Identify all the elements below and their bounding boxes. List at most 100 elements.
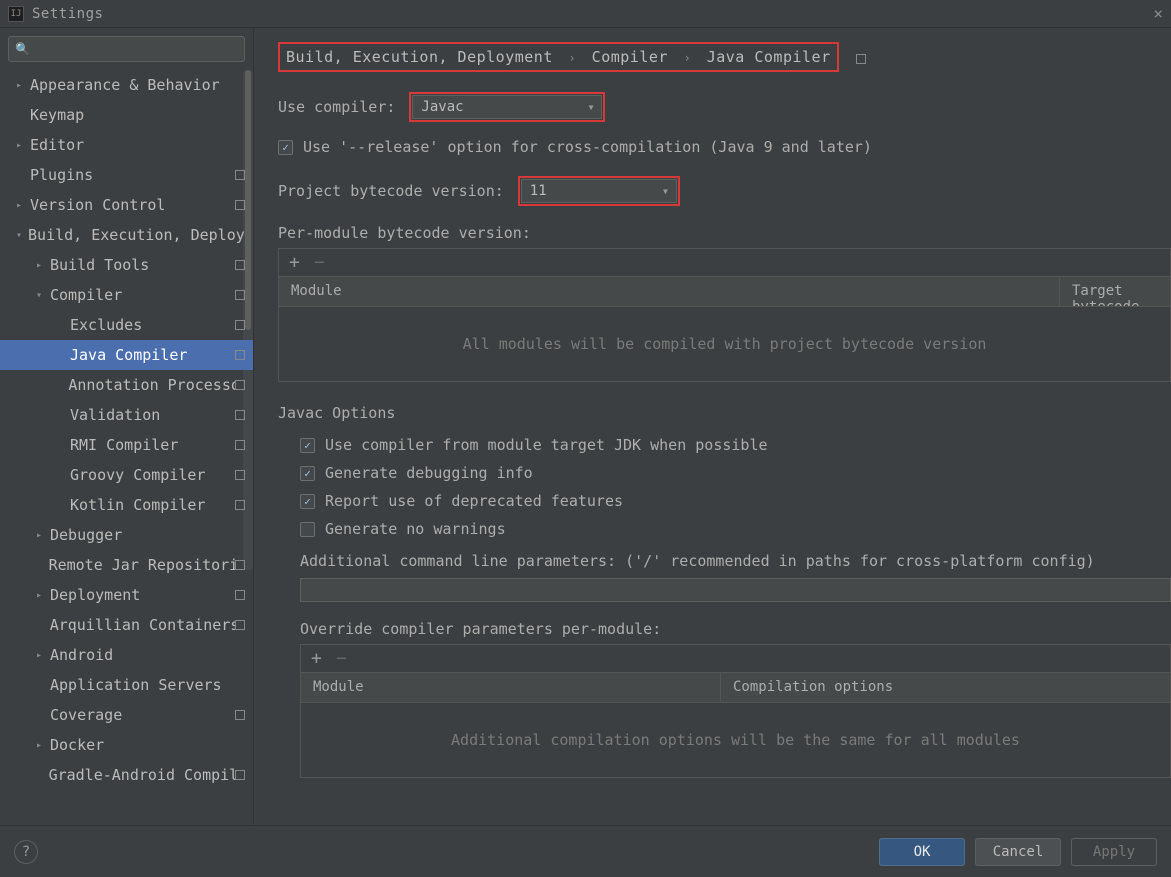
sidebar-item-label: Keymap xyxy=(30,106,84,124)
sidebar-item[interactable]: Excludes xyxy=(0,310,253,340)
sidebar-item[interactable]: Groovy Compiler xyxy=(0,460,253,490)
addl-params-input[interactable] xyxy=(300,578,1171,602)
add-button[interactable]: + xyxy=(311,650,322,668)
permodule-label: Per-module bytecode version: xyxy=(278,224,1171,242)
override-table: + − Module Compilation options Additiona… xyxy=(300,644,1171,778)
module-icon xyxy=(235,440,245,450)
content-pane: Build, Execution, Deployment › Compiler … xyxy=(254,28,1171,825)
module-icon xyxy=(235,290,245,300)
opt-debug-label: Generate debugging info xyxy=(325,464,533,482)
col-module[interactable]: Module xyxy=(301,673,721,702)
sidebar-item[interactable]: Kotlin Compiler xyxy=(0,490,253,520)
sidebar-item-label: Remote Jar Repositories xyxy=(49,556,235,574)
sidebar-item[interactable]: Arquillian Containers xyxy=(0,610,253,640)
release-checkbox[interactable] xyxy=(278,140,293,155)
sidebar-item-label: Groovy Compiler xyxy=(70,466,205,484)
use-compiler-dropdown[interactable]: Javac ▼ xyxy=(412,95,602,119)
module-icon xyxy=(235,350,245,360)
window-title: Settings xyxy=(32,6,103,22)
apply-button[interactable]: Apply xyxy=(1071,838,1157,866)
sidebar-item-label: Editor xyxy=(30,136,84,154)
sidebar-item[interactable]: Annotation Processors xyxy=(0,370,253,400)
sidebar-item[interactable]: Plugins xyxy=(0,160,253,190)
breadcrumb-part[interactable]: Compiler xyxy=(592,48,668,66)
chevron-right-icon: ▸ xyxy=(16,200,30,211)
opt-module-jdk-checkbox[interactable] xyxy=(300,438,315,453)
module-icon xyxy=(235,560,245,570)
breadcrumb-part[interactable]: Build, Execution, Deployment xyxy=(286,48,553,66)
module-icon xyxy=(235,470,245,480)
ok-button[interactable]: OK xyxy=(879,838,965,866)
use-compiler-label: Use compiler: xyxy=(278,98,395,116)
sidebar-item[interactable]: Keymap xyxy=(0,100,253,130)
sidebar-item[interactable]: Java Compiler xyxy=(0,340,253,370)
titlebar: IJ Settings × xyxy=(0,0,1171,28)
javac-options-header: Javac Options xyxy=(278,404,1171,422)
chevron-down-icon: ▾ xyxy=(16,230,28,241)
col-opts[interactable]: Compilation options xyxy=(721,673,1170,702)
sidebar-item-label: Java Compiler xyxy=(70,346,187,364)
close-icon[interactable]: × xyxy=(1153,4,1163,23)
module-icon xyxy=(235,320,245,330)
opt-debug-checkbox[interactable] xyxy=(300,466,315,481)
sidebar-item[interactable]: RMI Compiler xyxy=(0,430,253,460)
sidebar-item-label: Appearance & Behavior xyxy=(30,76,220,94)
sidebar-item[interactable]: ▸Build Tools xyxy=(0,250,253,280)
opt-module-jdk-label: Use compiler from module target JDK when… xyxy=(325,436,768,454)
sidebar-item[interactable]: Remote Jar Repositories xyxy=(0,550,253,580)
sidebar-item[interactable]: ▾Build, Execution, Deployment xyxy=(0,220,253,250)
sidebar-item[interactable]: ▸Android xyxy=(0,640,253,670)
sidebar-item-label: Build Tools xyxy=(50,256,149,274)
module-icon xyxy=(235,200,245,210)
sidebar-item-label: Plugins xyxy=(30,166,93,184)
sidebar-item[interactable]: ▸Appearance & Behavior xyxy=(0,70,253,100)
chevron-right-icon: ▸ xyxy=(36,590,50,601)
sidebar-item[interactable]: ▾Compiler xyxy=(0,280,253,310)
search-input[interactable]: 🔍 xyxy=(8,36,245,62)
opt-deprecated-label: Report use of deprecated features xyxy=(325,492,623,510)
breadcrumb-part: Java Compiler xyxy=(707,48,831,66)
col-module[interactable]: Module xyxy=(279,277,1060,306)
module-icon xyxy=(235,620,245,630)
module-icon xyxy=(235,500,245,510)
remove-button[interactable]: − xyxy=(314,254,325,272)
sidebar-item[interactable]: ▸Editor xyxy=(0,130,253,160)
opt-deprecated-checkbox[interactable] xyxy=(300,494,315,509)
col-target[interactable]: Target bytecode version xyxy=(1060,277,1170,306)
sidebar-item[interactable]: ▸Docker xyxy=(0,730,253,760)
module-icon xyxy=(235,410,245,420)
sidebar-item-label: RMI Compiler xyxy=(70,436,178,454)
opt-nowarn-checkbox[interactable] xyxy=(300,522,315,537)
sidebar-item-label: Debugger xyxy=(50,526,122,544)
help-button[interactable]: ? xyxy=(14,840,38,864)
sidebar-item[interactable]: ▸Debugger xyxy=(0,520,253,550)
sidebar-item-label: Version Control xyxy=(30,196,165,214)
permodule-table: + − Module Target bytecode version All m… xyxy=(278,248,1171,382)
chevron-down-icon: ▾ xyxy=(36,290,50,301)
table-empty-text: Additional compilation options will be t… xyxy=(301,703,1170,777)
module-icon xyxy=(235,710,245,720)
breadcrumb: Build, Execution, Deployment › Compiler … xyxy=(278,42,839,72)
chevron-down-icon: ▼ xyxy=(663,187,668,196)
opt-nowarn-label: Generate no warnings xyxy=(325,520,506,538)
chevron-right-icon: ▸ xyxy=(16,80,30,91)
chevron-right-icon: ▸ xyxy=(36,530,50,541)
bytecode-dropdown[interactable]: 11 ▼ xyxy=(521,179,677,203)
module-icon xyxy=(235,380,245,390)
settings-tree[interactable]: ▸Appearance & BehaviorKeymap▸EditorPlugi… xyxy=(0,70,253,825)
sidebar-item[interactable]: ▸Version Control xyxy=(0,190,253,220)
app-icon: IJ xyxy=(8,6,24,22)
sidebar-item[interactable]: Validation xyxy=(0,400,253,430)
module-icon xyxy=(235,260,245,270)
sidebar-item[interactable]: Application Servers xyxy=(0,670,253,700)
add-button[interactable]: + xyxy=(289,254,300,272)
cancel-button[interactable]: Cancel xyxy=(975,838,1061,866)
sidebar-item-label: Docker xyxy=(50,736,104,754)
sidebar-item-label: Arquillian Containers xyxy=(50,616,235,634)
sidebar-item[interactable]: ▸Deployment xyxy=(0,580,253,610)
sidebar-item-label: Kotlin Compiler xyxy=(70,496,205,514)
sidebar-item[interactable]: Gradle-Android Compiler xyxy=(0,760,253,790)
remove-button[interactable]: − xyxy=(336,650,347,668)
sidebar-item[interactable]: Coverage xyxy=(0,700,253,730)
chevron-right-icon: ▸ xyxy=(36,740,50,751)
